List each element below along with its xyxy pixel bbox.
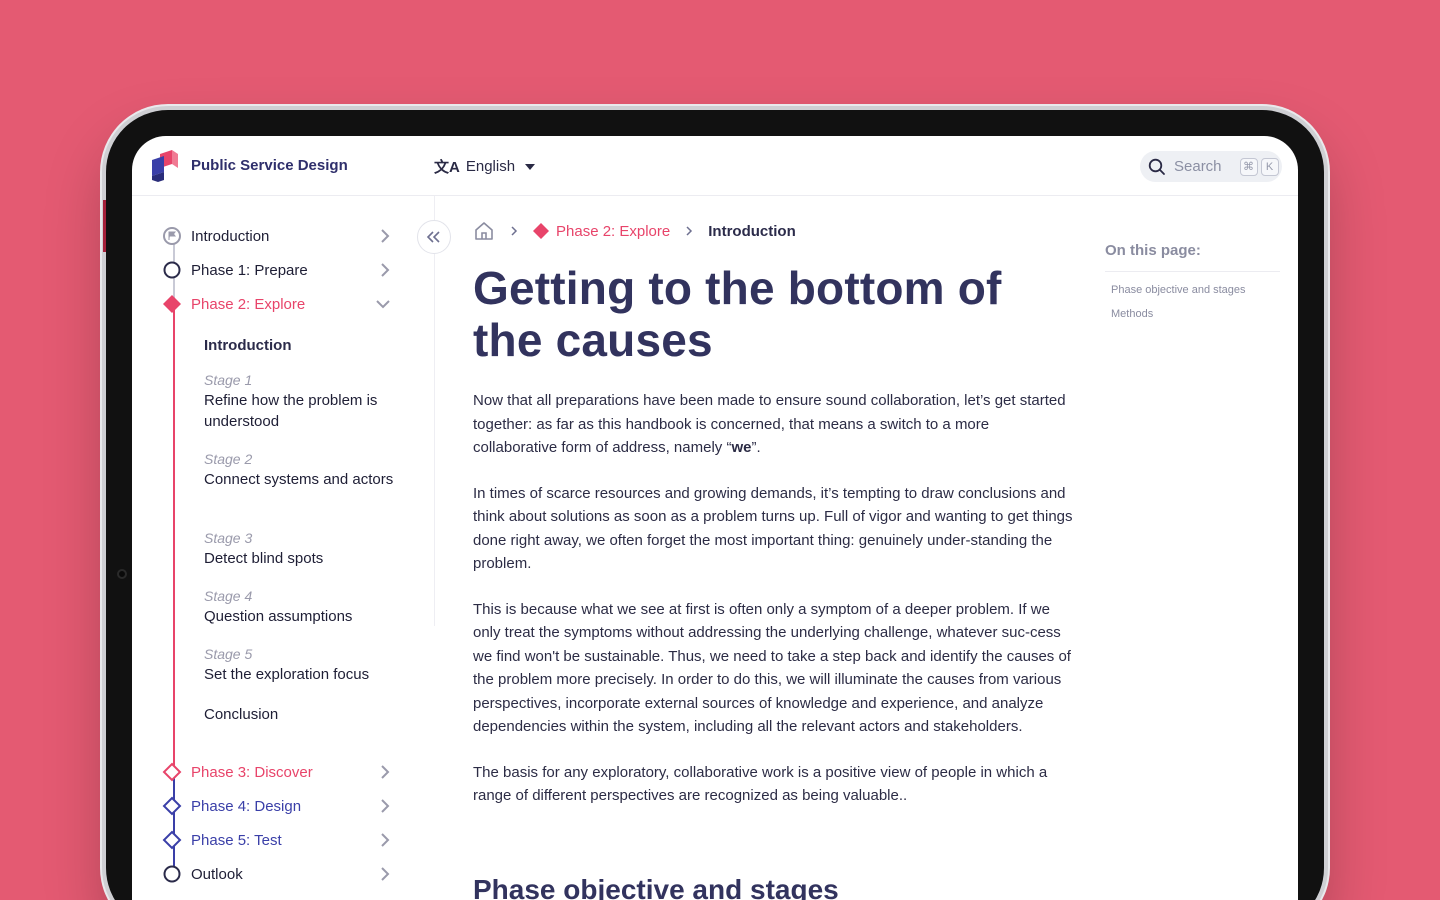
paragraph: Now that all preparations have been made…: [473, 389, 1073, 460]
shortcut-cmd-key: ⌘: [1239, 157, 1258, 176]
subitem-title: Refine how the problem is understood: [204, 392, 378, 430]
timeline-line-active: [173, 304, 175, 770]
collapse-sidebar-button[interactable]: [417, 220, 451, 254]
breadcrumb-phase-label: Phase 2: Explore: [556, 222, 671, 240]
sidebar-item-outlook[interactable]: Outlook: [162, 862, 392, 886]
language-label: English: [465, 158, 516, 175]
subitem-conclusion[interactable]: Conclusion: [204, 704, 404, 725]
circle-marker-icon: [162, 260, 182, 280]
device-side-button: [103, 200, 106, 252]
section-heading: Phase objective and stages: [473, 874, 839, 900]
sidebar-item-label: Phase 3: Discover: [191, 763, 313, 781]
search-icon: [1148, 158, 1165, 175]
sidebar-item-phase-1[interactable]: Phase 1: Prepare: [162, 258, 392, 282]
diamond-outline-icon: [162, 762, 182, 782]
subitem-stage-4[interactable]: Stage 4 Question assumptions: [204, 586, 404, 627]
diamond-filled-icon: [162, 294, 182, 314]
chevron-right-icon: [511, 226, 518, 236]
caret-down-icon: [525, 163, 536, 170]
subitem-introduction[interactable]: Introduction: [204, 335, 404, 356]
subitem-title: Question assumptions: [204, 608, 353, 625]
double-chevron-left-icon: [426, 231, 440, 243]
toc-heading: On this page:: [1105, 242, 1280, 272]
breadcrumb: Phase 2: Explore Introduction: [473, 220, 796, 242]
chevron-right-icon: [381, 867, 390, 881]
chevron-right-icon: [381, 765, 390, 779]
stage-label: Stage 1: [204, 372, 253, 388]
camera: [117, 569, 127, 579]
subitem-title: Connect systems and actors: [204, 471, 394, 488]
logo-icon[interactable]: [150, 150, 180, 182]
sidebar-item-phase-2[interactable]: Phase 2: Explore: [162, 292, 392, 316]
paragraph: In times of scarce resources and growing…: [473, 484, 1073, 573]
search-button[interactable]: Search ⌘ K: [1140, 151, 1282, 182]
subitem-stage-1[interactable]: Stage 1 Refine how the problem is unders…: [204, 370, 404, 432]
diamond-filled-icon: [533, 223, 549, 239]
stage-label: Stage 4: [204, 588, 253, 604]
sidebar-item-phase-3[interactable]: Phase 3: Discover: [162, 760, 392, 784]
chevron-right-icon: [381, 799, 390, 813]
subitem-title: Conclusion: [204, 706, 279, 723]
sidebar-nav: Introduction Phase 1: Prepare Phase 2: E…: [132, 196, 434, 900]
subitem-title: Detect blind spots: [204, 550, 324, 567]
sidebar-divider: [434, 196, 435, 626]
paragraph: This is because what we see at first is …: [473, 600, 1071, 736]
table-of-contents: On this page: Phase objective and stages…: [1105, 242, 1280, 320]
home-icon[interactable]: [473, 220, 495, 242]
stage-label: Stage 3: [204, 530, 253, 546]
chevron-right-icon: [381, 263, 390, 277]
breadcrumb-phase-link[interactable]: Phase 2: Explore: [533, 223, 670, 240]
breadcrumb-current: Introduction: [708, 222, 796, 240]
sidebar-item-phase-4[interactable]: Phase 4: Design: [162, 794, 392, 818]
sidebar-item-label: Phase 5: Test: [191, 831, 282, 849]
header: Public Service Design 文A English Search …: [132, 136, 1298, 196]
paragraph-text: ”.: [751, 439, 761, 456]
paragraph-text: Now that all preparations have been made…: [473, 392, 1066, 456]
brand-name[interactable]: Public Service Design: [191, 157, 348, 174]
language-selector[interactable]: 文A English: [434, 156, 536, 177]
toc-link-methods[interactable]: Methods: [1111, 308, 1280, 320]
diamond-outline-icon: [162, 796, 182, 816]
page-title: Getting to the bottom of the causes: [473, 262, 1002, 366]
app-screen: Public Service Design 文A English Search …: [132, 136, 1298, 900]
chevron-right-icon: [686, 226, 693, 236]
sidebar-item-label: Phase 1: Prepare: [191, 261, 308, 279]
paragraph: The basis for any exploratory, collabora…: [473, 763, 1048, 805]
flag-icon: [162, 226, 182, 246]
toc-link-phase-objective[interactable]: Phase objective and stages: [1111, 284, 1280, 296]
sidebar-item-introduction[interactable]: Introduction: [162, 224, 392, 248]
diamond-outline-icon: [162, 830, 182, 850]
search-placeholder: Search: [1174, 158, 1222, 175]
emphasis-text: we: [731, 439, 752, 456]
stage-label: Stage 5: [204, 646, 253, 662]
timeline-line-upcoming: [173, 772, 175, 874]
shortcut-k-key: K: [1260, 157, 1279, 176]
subitem-stage-2[interactable]: Stage 2 Connect systems and actors: [204, 449, 404, 490]
circle-marker-icon: [162, 864, 182, 884]
subitem-stage-3[interactable]: Stage 3 Detect blind spots: [204, 528, 404, 569]
chevron-down-icon: [376, 300, 390, 309]
subitem-title: Introduction: [204, 337, 292, 354]
sidebar-item-label: Introduction: [191, 227, 270, 245]
stage-label: Stage 2: [204, 451, 253, 467]
sidebar-item-label: Outlook: [191, 865, 243, 883]
subitem-stage-5[interactable]: Stage 5 Set the exploration focus: [204, 644, 404, 685]
sidebar-item-label: Phase 2: Explore: [191, 295, 306, 313]
chevron-right-icon: [381, 229, 390, 243]
sidebar-item-label: Phase 4: Design: [191, 797, 302, 815]
article-body: Now that all preparations have been made…: [473, 389, 1073, 830]
sidebar-item-phase-5[interactable]: Phase 5: Test: [162, 828, 392, 852]
subitem-title: Set the exploration focus: [204, 666, 370, 683]
chevron-right-icon: [381, 833, 390, 847]
translate-icon: 文A: [434, 159, 460, 176]
